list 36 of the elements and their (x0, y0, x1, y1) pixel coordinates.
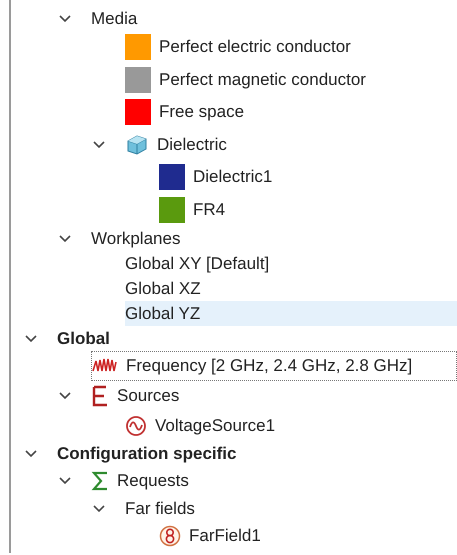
tree-item[interactable]: Global XY [Default] (125, 251, 457, 276)
cube-icon (125, 132, 149, 157)
tree-label: Global XZ (125, 278, 201, 298)
tree-label[interactable]: Requests (117, 471, 189, 491)
tree-item[interactable]: Global XZ (125, 276, 457, 301)
tree-label: Global XY [Default] (125, 254, 270, 274)
chevron-down-icon[interactable] (59, 234, 71, 242)
tree-label[interactable]: FarField1 (189, 526, 261, 546)
sigma-icon (91, 470, 109, 492)
far-field-icon (159, 525, 181, 547)
tree-label: Frequency [2 GHz, 2.4 GHz, 2.8 GHz] (126, 356, 412, 376)
tree-label[interactable]: Dielectric1 (193, 167, 272, 188)
chevron-down-icon[interactable] (25, 334, 37, 342)
tree-label[interactable]: Global (57, 328, 110, 348)
chevron-down-icon[interactable] (93, 140, 105, 149)
chevron-down-icon[interactable] (59, 392, 71, 400)
chevron-down-icon[interactable] (25, 450, 37, 458)
tree-label[interactable]: Dielectric (157, 134, 227, 155)
tree-item[interactable]: Frequency [2 GHz, 2.4 GHz, 2.8 GHz] (91, 351, 457, 381)
chevron-down-icon[interactable] (59, 14, 71, 22)
tree-item[interactable]: Global YZ (125, 301, 457, 326)
chevron-down-icon[interactable] (93, 504, 105, 512)
tree-label[interactable]: Far fields (125, 498, 195, 518)
tree-label[interactable]: Free space (159, 102, 244, 122)
tree-label[interactable]: Workplanes (91, 228, 180, 248)
tree-label: Global YZ (125, 304, 200, 324)
tree-label[interactable]: Configuration specific (57, 444, 236, 464)
tree-label[interactable]: Perfect magnetic conductor (159, 70, 366, 90)
tree-label[interactable]: Media (91, 8, 138, 28)
tree-label[interactable]: Sources (117, 386, 180, 406)
tree-label[interactable]: Perfect electric conductor (159, 37, 351, 58)
tree-label[interactable]: VoltageSource1 (155, 416, 276, 436)
chevron-down-icon[interactable] (59, 477, 71, 485)
letter-e-icon (91, 385, 109, 407)
sine-source-icon (125, 415, 147, 437)
tree-label[interactable]: FR4 (193, 200, 226, 220)
